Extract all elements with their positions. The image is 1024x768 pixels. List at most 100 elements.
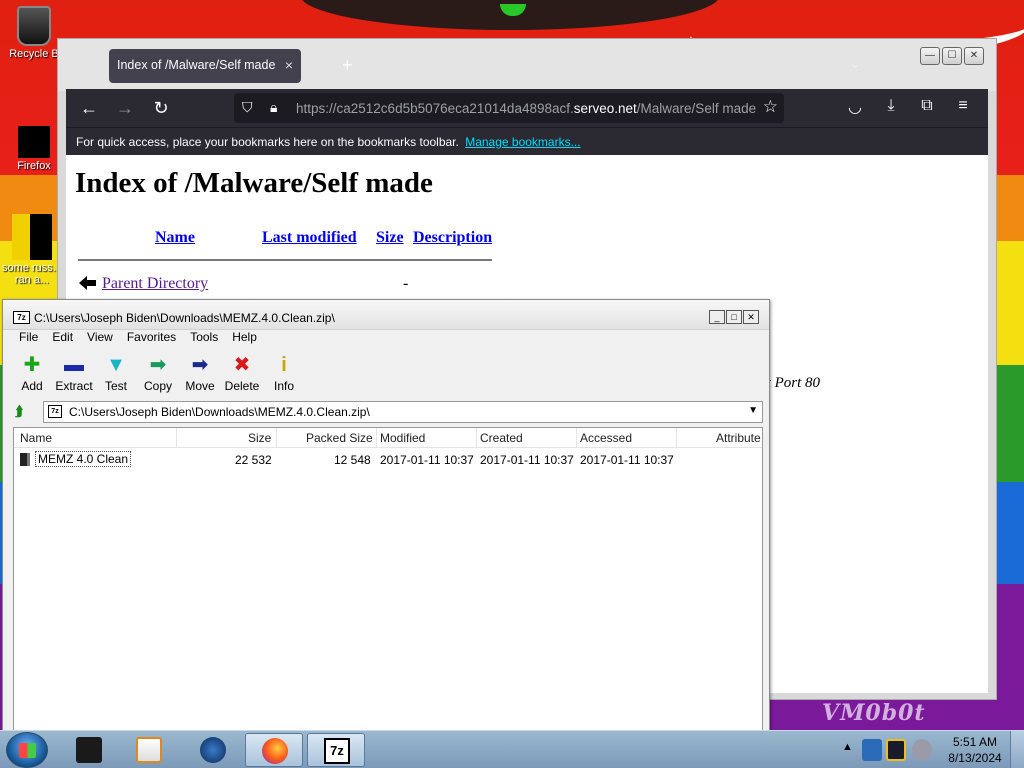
maximize-button[interactable]: □ — [726, 310, 742, 324]
sevenzip-window: 7z C:\Users\Joseph Biden\Downloads\MEMZ.… — [2, 299, 770, 732]
column-size[interactable]: Size — [248, 431, 271, 445]
test-button[interactable]: ▼ Test — [94, 354, 138, 393]
column-separator — [176, 428, 177, 448]
test-label: Test — [104, 379, 127, 393]
file-accessed: 2017-01-11 10:37 — [580, 453, 674, 467]
copy-icon: ➡ — [149, 354, 167, 376]
bookmark-star-icon[interactable]: ☆ — [763, 97, 778, 117]
manage-bookmarks-link[interactable]: Manage bookmarks... — [465, 135, 580, 149]
column-attributes[interactable]: Attribute — [716, 431, 761, 445]
lock-icon[interactable]: 🔒︎ — [270, 99, 277, 116]
pocket-icon[interactable]: ◡ — [844, 97, 866, 117]
copy-button[interactable]: ➡ Copy — [136, 354, 180, 393]
desktop-icon-recycle-bin[interactable]: Recycle B — [4, 6, 64, 60]
tab-active[interactable]: Index of /Malware/Self made × — [109, 49, 301, 83]
column-name-link[interactable]: Name — [155, 229, 195, 247]
delete-button[interactable]: ✖ Delete — [220, 354, 264, 393]
parent-directory-link[interactable]: Parent Directory — [102, 275, 208, 293]
minimize-button[interactable]: — — [920, 47, 940, 65]
network-icon[interactable] — [862, 739, 882, 761]
taskbar-app-7zip[interactable]: 7z — [307, 733, 365, 767]
tab-close-icon[interactable]: × — [285, 57, 293, 73]
column-separator — [376, 428, 377, 448]
column-packed-size[interactable]: Packed Size — [306, 431, 373, 445]
move-label: Move — [185, 379, 215, 393]
desktop-icon-label: some russ... ran a... — [2, 262, 62, 286]
column-last-modified-link[interactable]: Last modified — [262, 229, 357, 247]
column-separator — [276, 428, 277, 448]
menu-favorites[interactable]: Favorites — [127, 330, 176, 348]
list-tabs-icon[interactable]: ⌄ — [850, 57, 860, 71]
back-arrow-icon[interactable]: ← — [76, 96, 102, 120]
maximize-button[interactable]: ☐ — [942, 47, 962, 65]
desktop-icon-label: Firefox — [17, 160, 51, 172]
move-icon: ➡ — [191, 354, 209, 376]
system-tray — [862, 737, 940, 763]
column-separator — [676, 428, 677, 448]
address-field[interactable]: 7z C:\Users\Joseph Biden\Downloads\MEMZ.… — [43, 401, 763, 423]
terminal-icon — [76, 737, 102, 763]
menu-file[interactable]: File — [19, 330, 38, 348]
title-bar[interactable]: 7z C:\Users\Joseph Biden\Downloads\MEMZ.… — [3, 300, 769, 330]
desktop-icon-firefox[interactable]: Firefox — [4, 126, 64, 172]
forward-arrow-icon[interactable]: → — [112, 96, 138, 120]
menu-hamburger-icon[interactable]: ≡ — [952, 97, 974, 115]
column-separator — [576, 428, 577, 448]
menu-help[interactable]: Help — [232, 330, 257, 348]
desktop-icon-document[interactable]: some russ... ran a... — [2, 214, 62, 286]
file-list[interactable]: Name Size Packed Size Modified Created A… — [13, 427, 763, 732]
globe-icon — [200, 737, 226, 763]
column-accessed[interactable]: Accessed — [580, 431, 632, 445]
column-created[interactable]: Created — [480, 431, 523, 445]
add-button[interactable]: ✚ Add — [10, 354, 54, 393]
table-row[interactable]: MEMZ 4.0 Clean 22 532 12 548 2017-01-11 … — [14, 450, 762, 470]
start-button[interactable] — [6, 732, 48, 768]
file-modified: 2017-01-11 10:37 — [380, 453, 474, 467]
menu-view[interactable]: View — [87, 330, 113, 348]
close-window-button[interactable]: ✕ — [964, 47, 984, 65]
sevenzip-app-icon: 7z — [13, 311, 30, 324]
info-button[interactable]: i Info — [262, 354, 306, 393]
action-center-icon[interactable] — [886, 739, 906, 761]
parent-directory-size: - — [403, 275, 409, 292]
extensions-icon[interactable]: ⧉ — [916, 97, 938, 115]
reload-icon[interactable]: ↻ — [148, 96, 174, 120]
delete-icon: ✖ — [233, 354, 251, 376]
clock-date: 8/13/2024 — [948, 751, 1002, 765]
window-title: C:\Users\Joseph Biden\Downloads\MEMZ.4.0… — [34, 311, 335, 325]
clock-time: 5:51 AM — [952, 735, 998, 749]
tab-strip: Index of /Malware/Self made × + ⌄ — ☐ ✕ — [58, 39, 996, 91]
url-path: /Malware/Self made — [636, 101, 756, 116]
move-button[interactable]: ➡ Move — [178, 354, 222, 393]
minimize-button[interactable]: _ — [709, 310, 725, 324]
column-size-link[interactable]: Size — [376, 229, 404, 247]
file-name[interactable]: MEMZ 4.0 Clean — [35, 451, 132, 467]
new-tab-button[interactable]: + — [342, 55, 353, 76]
volume-icon[interactable] — [912, 739, 932, 761]
downloads-icon[interactable]: ⤓ — [880, 97, 902, 115]
copy-label: Copy — [143, 379, 172, 393]
extract-icon: ▬ — [64, 354, 84, 376]
taskbar-app-terminal[interactable] — [60, 733, 118, 767]
chevron-down-icon[interactable]: ▼ — [748, 405, 758, 416]
folder-up-icon[interactable]: ⮭ — [15, 403, 33, 419]
add-icon: ✚ — [23, 354, 41, 376]
extract-button[interactable]: ▬ Extract — [52, 354, 96, 393]
column-name[interactable]: Name — [20, 431, 52, 445]
shield-icon[interactable]: ⛉ — [242, 99, 253, 116]
column-description-link[interactable]: Description — [413, 229, 492, 247]
menu-tools[interactable]: Tools — [190, 330, 218, 348]
url-bar[interactable]: ⛉ 🔒︎ https://ca2512c6d5b5076eca21014da48… — [234, 93, 784, 123]
taskbar-app-globe[interactable] — [184, 733, 242, 767]
window-controls: _ □ ✕ — [709, 310, 759, 324]
taskbar-app-media-player[interactable] — [120, 733, 178, 767]
system-clock[interactable]: 5:51 AM 8/13/2024 — [944, 734, 1006, 766]
taskbar-app-firefox[interactable] — [245, 733, 303, 767]
menu-edit[interactable]: Edit — [52, 330, 73, 348]
close-window-button[interactable]: ✕ — [743, 310, 759, 324]
url-text[interactable]: https://ca2512c6d5b5076eca21014da4898acf… — [296, 101, 756, 116]
tray-expand-icon[interactable]: ▲ — [842, 741, 853, 753]
column-modified[interactable]: Modified — [380, 431, 425, 445]
show-desktop-button[interactable] — [1010, 731, 1024, 768]
page-title: Index of /Malware/Self made — [75, 167, 433, 199]
